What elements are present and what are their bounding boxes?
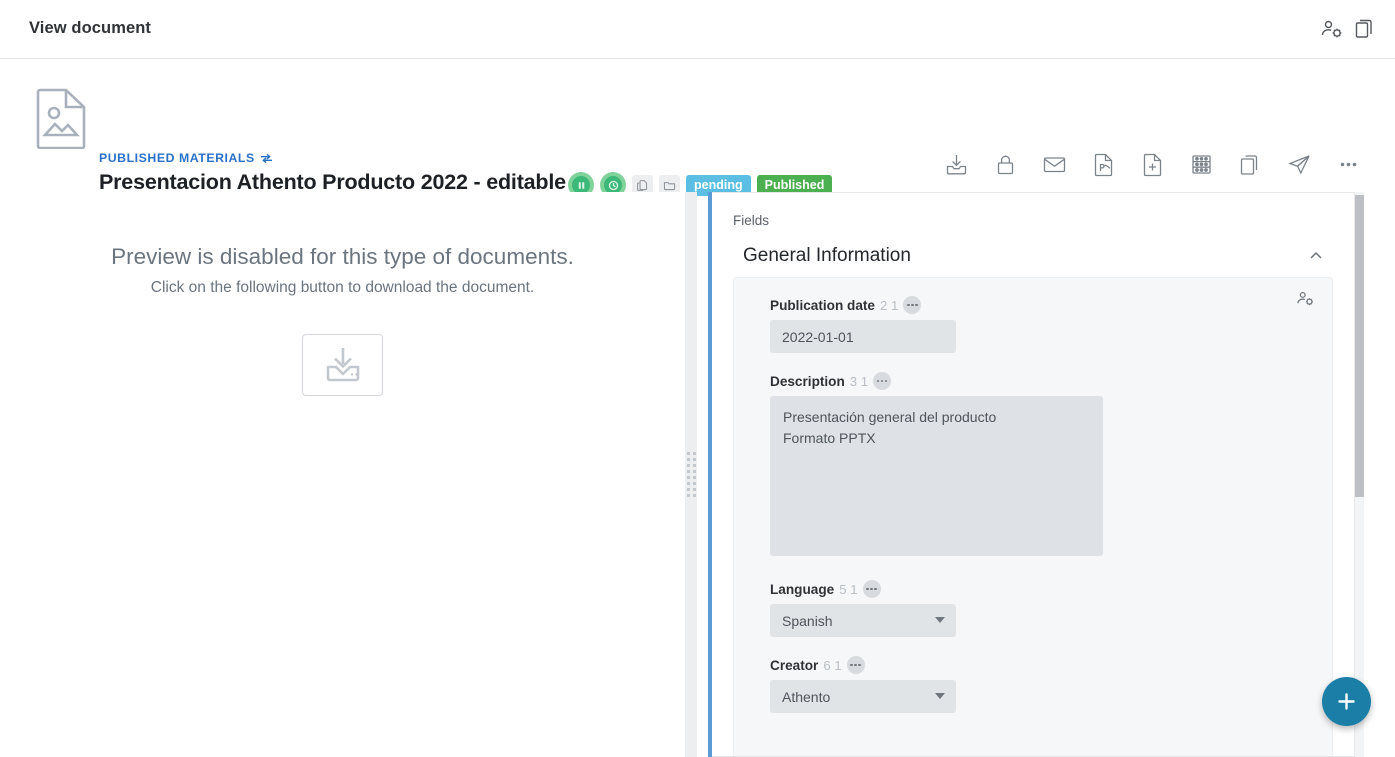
section-body: Publication date 2 1 Description 3 1 Pre… [733,277,1333,757]
plus-icon [1336,691,1357,712]
relations-icon [636,179,649,192]
breadcrumb-label: PUBLISHED MATERIALS [99,151,255,165]
copy-icon[interactable] [1238,152,1263,177]
field-options-icon[interactable] [863,580,881,598]
envelope-icon[interactable] [1042,152,1067,177]
field-counters: 2 1 [880,298,898,313]
preview-pane: Preview is disabled for this type of doc… [0,192,685,757]
user-settings-icon[interactable] [1320,17,1344,41]
fields-panel-label: Fields [733,213,769,228]
send-icon[interactable] [1287,152,1312,177]
field-counters: 3 1 [850,374,868,389]
fields-pane: Fields General Information Publ [712,192,1355,757]
folder-icon [663,179,676,192]
language-select[interactable]: Spanish [770,604,956,637]
copy-icon[interactable] [1353,17,1377,41]
field-options-icon[interactable] [873,372,891,390]
publication-date-input[interactable] [770,320,956,353]
breadcrumb-published-materials[interactable]: PUBLISHED MATERIALS [99,151,273,165]
field-options-icon[interactable] [847,656,865,674]
creator-select-wrap: Athento [770,680,956,713]
preview-message-primary: Preview is disabled for this type of doc… [0,244,685,270]
top-bar-actions [1320,17,1377,41]
chevron-up-icon[interactable] [1309,249,1323,263]
field-counters: 6 1 [823,658,841,673]
field-label: Language [770,582,834,597]
field-label-row: Language 5 1 [770,580,1332,598]
link-icon [260,153,273,164]
add-document-icon[interactable] [1140,152,1165,177]
section-header[interactable]: General Information [733,245,1333,277]
pdf-icon[interactable] [1091,152,1116,177]
document-header: PUBLISHED MATERIALS Presentacion Athento… [0,60,1395,192]
lock-icon[interactable] [993,152,1018,177]
field-creator: Creator 6 1 Athento [734,656,1332,713]
download-tray-icon [321,345,365,385]
more-options-icon[interactable] [1336,152,1361,177]
field-counters: 5 1 [839,582,857,597]
language-select-wrap: Spanish [770,604,956,637]
field-label-row: Publication date 2 1 [770,296,1332,314]
chevron-down-icon [935,693,945,699]
main-content: Preview is disabled for this type of doc… [0,192,1395,757]
page-title: View document [29,19,151,38]
document-toolbar [944,152,1361,177]
user-settings-icon[interactable] [1296,289,1315,308]
abacus-icon[interactable] [1189,152,1214,177]
field-language: Language 5 1 Spanish [734,580,1332,637]
panel-resize-handle[interactable] [685,192,697,757]
download-icon[interactable] [944,152,969,177]
scrollbar-thumb[interactable] [1355,195,1364,497]
field-description: Description 3 1 Presentación general del… [734,372,1332,561]
field-label-row: Creator 6 1 [770,656,1332,674]
field-publication-date: Publication date 2 1 [734,296,1332,353]
description-textarea[interactable]: Presentación general del producto Format… [770,396,1103,556]
field-label: Description [770,374,845,389]
section-title: General Information [743,245,911,267]
preview-message-secondary: Click on the following button to downloa… [0,279,685,297]
section-general-information: General Information Publication date 2 1 [733,245,1333,757]
field-label: Creator [770,658,818,673]
image-document-icon [36,87,88,149]
field-label: Publication date [770,298,875,313]
grip-dots [687,452,696,497]
download-document-button[interactable] [302,334,383,396]
creator-select[interactable]: Athento [770,680,956,713]
add-button[interactable] [1322,677,1371,726]
field-options-icon[interactable] [903,296,921,314]
top-bar: View document [0,0,1395,59]
chevron-down-icon [935,617,945,623]
field-label-row: Description 3 1 [770,372,1332,390]
